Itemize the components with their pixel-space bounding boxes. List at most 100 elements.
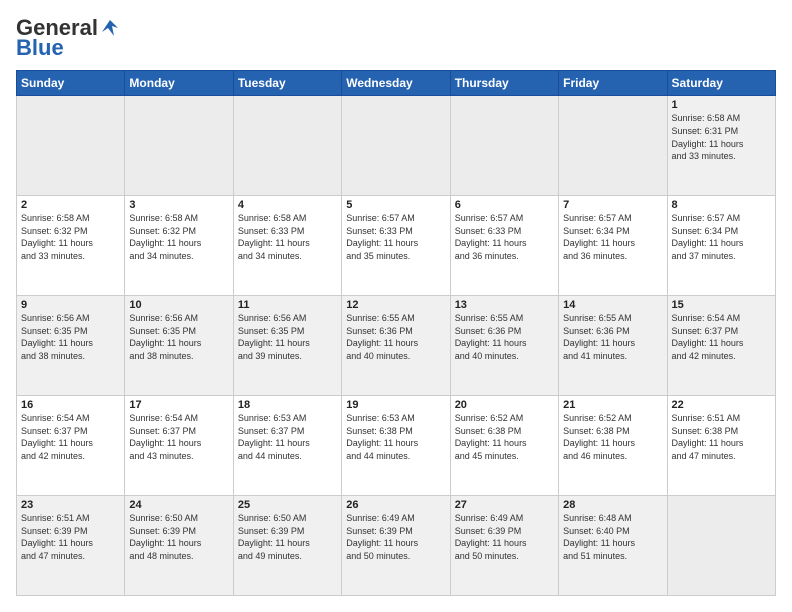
day-info: Sunrise: 6:57 AM Sunset: 6:34 PM Dayligh… bbox=[563, 212, 662, 262]
day-number: 22 bbox=[672, 399, 771, 411]
day-info: Sunrise: 6:52 AM Sunset: 6:38 PM Dayligh… bbox=[563, 412, 662, 462]
day-info: Sunrise: 6:50 AM Sunset: 6:39 PM Dayligh… bbox=[129, 512, 228, 562]
calendar-cell: 17Sunrise: 6:54 AM Sunset: 6:37 PM Dayli… bbox=[125, 396, 233, 496]
calendar-cell: 9Sunrise: 6:56 AM Sunset: 6:35 PM Daylig… bbox=[17, 296, 125, 396]
calendar-cell: 11Sunrise: 6:56 AM Sunset: 6:35 PM Dayli… bbox=[233, 296, 341, 396]
calendar-cell: 27Sunrise: 6:49 AM Sunset: 6:39 PM Dayli… bbox=[450, 496, 558, 596]
calendar-table: SundayMondayTuesdayWednesdayThursdayFrid… bbox=[16, 70, 776, 596]
weekday-header-tuesday: Tuesday bbox=[233, 71, 341, 96]
day-number: 14 bbox=[563, 299, 662, 311]
calendar-cell: 5Sunrise: 6:57 AM Sunset: 6:33 PM Daylig… bbox=[342, 196, 450, 296]
calendar-cell bbox=[342, 96, 450, 196]
calendar-cell: 12Sunrise: 6:55 AM Sunset: 6:36 PM Dayli… bbox=[342, 296, 450, 396]
day-info: Sunrise: 6:53 AM Sunset: 6:37 PM Dayligh… bbox=[238, 412, 337, 462]
calendar-week-3: 9Sunrise: 6:56 AM Sunset: 6:35 PM Daylig… bbox=[17, 296, 776, 396]
day-info: Sunrise: 6:58 AM Sunset: 6:31 PM Dayligh… bbox=[672, 112, 771, 162]
day-number: 7 bbox=[563, 199, 662, 211]
day-number: 23 bbox=[21, 499, 120, 511]
calendar-cell: 13Sunrise: 6:55 AM Sunset: 6:36 PM Dayli… bbox=[450, 296, 558, 396]
day-number: 10 bbox=[129, 299, 228, 311]
calendar-cell: 16Sunrise: 6:54 AM Sunset: 6:37 PM Dayli… bbox=[17, 396, 125, 496]
calendar-cell bbox=[667, 496, 775, 596]
day-number: 25 bbox=[238, 499, 337, 511]
calendar-cell bbox=[125, 96, 233, 196]
day-info: Sunrise: 6:51 AM Sunset: 6:39 PM Dayligh… bbox=[21, 512, 120, 562]
header: General Blue bbox=[16, 16, 776, 60]
day-info: Sunrise: 6:55 AM Sunset: 6:36 PM Dayligh… bbox=[346, 312, 445, 362]
day-number: 17 bbox=[129, 399, 228, 411]
calendar-cell: 26Sunrise: 6:49 AM Sunset: 6:39 PM Dayli… bbox=[342, 496, 450, 596]
calendar-cell: 2Sunrise: 6:58 AM Sunset: 6:32 PM Daylig… bbox=[17, 196, 125, 296]
calendar-cell: 4Sunrise: 6:58 AM Sunset: 6:33 PM Daylig… bbox=[233, 196, 341, 296]
calendar-cell: 28Sunrise: 6:48 AM Sunset: 6:40 PM Dayli… bbox=[559, 496, 667, 596]
day-number: 8 bbox=[672, 199, 771, 211]
logo: General Blue bbox=[16, 16, 120, 60]
calendar-cell: 6Sunrise: 6:57 AM Sunset: 6:33 PM Daylig… bbox=[450, 196, 558, 296]
calendar-cell: 3Sunrise: 6:58 AM Sunset: 6:32 PM Daylig… bbox=[125, 196, 233, 296]
day-number: 28 bbox=[563, 499, 662, 511]
day-info: Sunrise: 6:57 AM Sunset: 6:34 PM Dayligh… bbox=[672, 212, 771, 262]
day-info: Sunrise: 6:57 AM Sunset: 6:33 PM Dayligh… bbox=[346, 212, 445, 262]
day-info: Sunrise: 6:49 AM Sunset: 6:39 PM Dayligh… bbox=[346, 512, 445, 562]
day-info: Sunrise: 6:56 AM Sunset: 6:35 PM Dayligh… bbox=[21, 312, 120, 362]
day-number: 26 bbox=[346, 499, 445, 511]
calendar-header-row: SundayMondayTuesdayWednesdayThursdayFrid… bbox=[17, 71, 776, 96]
day-info: Sunrise: 6:57 AM Sunset: 6:33 PM Dayligh… bbox=[455, 212, 554, 262]
page: General Blue SundayMondayTuesdayWednesda… bbox=[0, 0, 792, 612]
day-number: 4 bbox=[238, 199, 337, 211]
calendar-cell: 23Sunrise: 6:51 AM Sunset: 6:39 PM Dayli… bbox=[17, 496, 125, 596]
logo-bird-icon bbox=[100, 18, 120, 38]
calendar-week-4: 16Sunrise: 6:54 AM Sunset: 6:37 PM Dayli… bbox=[17, 396, 776, 496]
calendar-cell: 1Sunrise: 6:58 AM Sunset: 6:31 PM Daylig… bbox=[667, 96, 775, 196]
calendar-week-5: 23Sunrise: 6:51 AM Sunset: 6:39 PM Dayli… bbox=[17, 496, 776, 596]
calendar-cell: 8Sunrise: 6:57 AM Sunset: 6:34 PM Daylig… bbox=[667, 196, 775, 296]
calendar-cell: 21Sunrise: 6:52 AM Sunset: 6:38 PM Dayli… bbox=[559, 396, 667, 496]
day-number: 9 bbox=[21, 299, 120, 311]
calendar-cell: 25Sunrise: 6:50 AM Sunset: 6:39 PM Dayli… bbox=[233, 496, 341, 596]
day-info: Sunrise: 6:53 AM Sunset: 6:38 PM Dayligh… bbox=[346, 412, 445, 462]
calendar-cell: 20Sunrise: 6:52 AM Sunset: 6:38 PM Dayli… bbox=[450, 396, 558, 496]
day-info: Sunrise: 6:50 AM Sunset: 6:39 PM Dayligh… bbox=[238, 512, 337, 562]
day-number: 24 bbox=[129, 499, 228, 511]
day-number: 12 bbox=[346, 299, 445, 311]
day-number: 11 bbox=[238, 299, 337, 311]
day-info: Sunrise: 6:49 AM Sunset: 6:39 PM Dayligh… bbox=[455, 512, 554, 562]
weekday-header-saturday: Saturday bbox=[667, 71, 775, 96]
weekday-header-friday: Friday bbox=[559, 71, 667, 96]
weekday-header-monday: Monday bbox=[125, 71, 233, 96]
day-number: 6 bbox=[455, 199, 554, 211]
weekday-header-wednesday: Wednesday bbox=[342, 71, 450, 96]
day-info: Sunrise: 6:56 AM Sunset: 6:35 PM Dayligh… bbox=[129, 312, 228, 362]
day-number: 15 bbox=[672, 299, 771, 311]
calendar-week-2: 2 Sunrise: 6:58 AM Sunset: 6:32 PM Daylig… bbox=[17, 196, 776, 296]
day-info: Sunrise: 6:55 AM Sunset: 6:36 PM Dayligh… bbox=[563, 312, 662, 362]
day-info: Sunrise: 6:54 AM Sunset: 6:37 PM Dayligh… bbox=[672, 312, 771, 362]
calendar-cell: 18Sunrise: 6:53 AM Sunset: 6:37 PM Dayli… bbox=[233, 396, 341, 496]
day-number: 27 bbox=[455, 499, 554, 511]
day-number: 20 bbox=[455, 399, 554, 411]
day-info: Sunrise: 6:55 AM Sunset: 6:36 PM Dayligh… bbox=[455, 312, 554, 362]
calendar-cell bbox=[559, 96, 667, 196]
day-info: Sunrise: 6:58 AM Sunset: 6:33 PM Dayligh… bbox=[238, 212, 337, 262]
weekday-header-sunday: Sunday bbox=[17, 71, 125, 96]
day-number: 16 bbox=[21, 399, 120, 411]
day-number: 21 bbox=[563, 399, 662, 411]
day-info: Sunrise: 6:52 AM Sunset: 6:38 PM Dayligh… bbox=[455, 412, 554, 462]
calendar-cell bbox=[17, 96, 125, 196]
calendar-cell: 10Sunrise: 6:56 AM Sunset: 6:35 PM Dayli… bbox=[125, 296, 233, 396]
calendar-cell: 7Sunrise: 6:57 AM Sunset: 6:34 PM Daylig… bbox=[559, 196, 667, 296]
calendar-cell: 19Sunrise: 6:53 AM Sunset: 6:38 PM Dayli… bbox=[342, 396, 450, 496]
day-info: Sunrise: 6:56 AM Sunset: 6:35 PM Dayligh… bbox=[238, 312, 337, 362]
calendar-cell bbox=[233, 96, 341, 196]
calendar-cell bbox=[450, 96, 558, 196]
day-info: Sunrise: 6:58 AM Sunset: 6:32 PM Dayligh… bbox=[129, 212, 228, 262]
day-number: 18 bbox=[238, 399, 337, 411]
calendar-week-1: 1Sunrise: 6:58 AM Sunset: 6:31 PM Daylig… bbox=[17, 96, 776, 196]
calendar-cell: 24Sunrise: 6:50 AM Sunset: 6:39 PM Dayli… bbox=[125, 496, 233, 596]
calendar-cell: 14Sunrise: 6:55 AM Sunset: 6:36 PM Dayli… bbox=[559, 296, 667, 396]
day-number: 2 bbox=[21, 199, 120, 211]
day-info: Sunrise: 6:54 AM Sunset: 6:37 PM Dayligh… bbox=[21, 412, 120, 462]
day-number: 3 bbox=[129, 199, 228, 211]
day-number: 1 bbox=[672, 99, 771, 111]
day-info: Sunrise: 6:54 AM Sunset: 6:37 PM Dayligh… bbox=[129, 412, 228, 462]
